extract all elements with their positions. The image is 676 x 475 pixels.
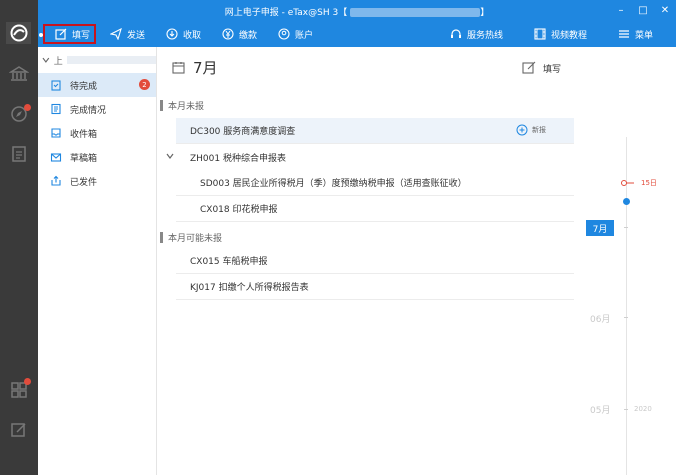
today-dot: [623, 198, 630, 205]
timeline-year: 2020: [634, 405, 652, 413]
window-controls: – □ ✕: [610, 0, 676, 21]
sidebar-item-completion[interactable]: 完成情况: [38, 97, 156, 121]
title-bar: 网上电子申报 - eTax@SH 3【】 – □ ✕: [38, 0, 676, 21]
form-row[interactable]: KJ017 扣缴个人所得税报告表: [176, 274, 574, 300]
form-row[interactable]: DC300 服务商满意度调查 新报: [176, 118, 574, 144]
clipboard-check-icon: [51, 80, 61, 91]
sidebar-item-pending[interactable]: 待完成 2: [38, 73, 156, 97]
edit-icon: [522, 61, 536, 74]
form-row[interactable]: CX018 印花税申报: [176, 196, 574, 222]
deadline-marker: 15日: [621, 178, 657, 188]
yen-icon: [222, 28, 234, 40]
calendar-icon: [172, 62, 185, 74]
section-bar: [160, 232, 163, 243]
new-report-button[interactable]: 新报: [516, 124, 546, 136]
send-button[interactable]: 发送: [110, 21, 145, 47]
left-rail: [0, 0, 38, 475]
month-title: 7月: [193, 59, 218, 77]
list-icon: [51, 103, 61, 115]
account-icon: [278, 28, 290, 40]
receive-button[interactable]: 收取: [166, 21, 201, 47]
fill-form-button[interactable]: 填写: [522, 61, 561, 75]
maximize-button[interactable]: □: [632, 0, 654, 21]
minimize-button[interactable]: –: [610, 0, 632, 21]
deadline-pointer-icon: [621, 180, 634, 186]
form-group-row[interactable]: ZH001 税种综合申报表: [166, 144, 574, 170]
window-title: 网上电子申报 - eTax@SH 3【】: [224, 8, 490, 18]
toolbar: 填写 发送 收取 缴款 账户 服务热线 视频教程 菜单: [38, 21, 676, 47]
document-icon[interactable]: [9, 144, 29, 164]
timeline-month-may[interactable]: 05月: [590, 403, 610, 416]
pending-count-badge: 2: [139, 79, 150, 90]
sidebar: 上 待完成 2 完成情况 收件箱 草稿箱 已发件: [38, 47, 157, 475]
section-bar: [160, 100, 163, 111]
close-button[interactable]: ✕: [654, 0, 676, 21]
draft-icon: [50, 153, 62, 162]
timeline-month-june[interactable]: 06月: [590, 312, 610, 325]
bank-icon[interactable]: [8, 64, 30, 84]
current-month-badge[interactable]: 7月: [586, 220, 614, 236]
apps-notification-dot: [24, 378, 31, 385]
inbox-icon: [51, 128, 61, 138]
sidebar-item-sent[interactable]: 已发件: [38, 169, 156, 193]
headset-icon: [451, 29, 461, 38]
plus-circle-icon: [516, 124, 528, 136]
timeline-tick: [624, 227, 628, 228]
month-header: 7月: [172, 57, 218, 78]
sidebar-item-drafts[interactable]: 草稿箱: [38, 145, 156, 169]
notification-dot: [24, 104, 31, 111]
fill-button[interactable]: 填写: [39, 24, 97, 44]
account-button[interactable]: 账户: [278, 21, 313, 47]
hotline-button[interactable]: 服务热线: [450, 21, 503, 47]
pay-button[interactable]: 缴款: [222, 21, 257, 47]
app-logo[interactable]: [6, 22, 31, 44]
chevron-down-icon[interactable]: [166, 152, 174, 160]
menu-button[interactable]: 菜单: [618, 21, 653, 47]
section-header-possibly-unfiled: 本月可能未报: [160, 231, 222, 244]
outbox-icon: [51, 175, 61, 186]
send-icon: [110, 28, 122, 40]
timeline-tick: [624, 409, 628, 410]
form-row[interactable]: CX015 车船税申报: [176, 248, 574, 274]
download-icon: [166, 28, 178, 40]
redacted-title: [350, 8, 481, 17]
chevron-down-icon: [42, 57, 50, 63]
film-icon: [534, 28, 546, 40]
video-tutorial-button[interactable]: 视频教程: [534, 21, 587, 47]
active-dot: [39, 33, 43, 37]
month-timeline: 15日 7月 06月 05月 2020: [586, 47, 676, 475]
timeline-tick: [624, 317, 628, 318]
main-panel: 7月 填写 本月未报 DC300 服务商满意度调查 新报 ZH001 税种综合申…: [158, 47, 586, 475]
company-selector[interactable]: 上: [38, 47, 156, 73]
redacted-company-name: [66, 56, 156, 64]
edit-icon[interactable]: [9, 420, 29, 440]
sidebar-item-inbox[interactable]: 收件箱: [38, 121, 156, 145]
form-row[interactable]: SD003 居民企业所得税月（季）度预缴纳税申报（适用查账征收）: [176, 170, 574, 196]
hamburger-icon: [619, 30, 629, 38]
edit-icon: [55, 28, 67, 40]
section-header-unfiled: 本月未报: [160, 99, 204, 112]
